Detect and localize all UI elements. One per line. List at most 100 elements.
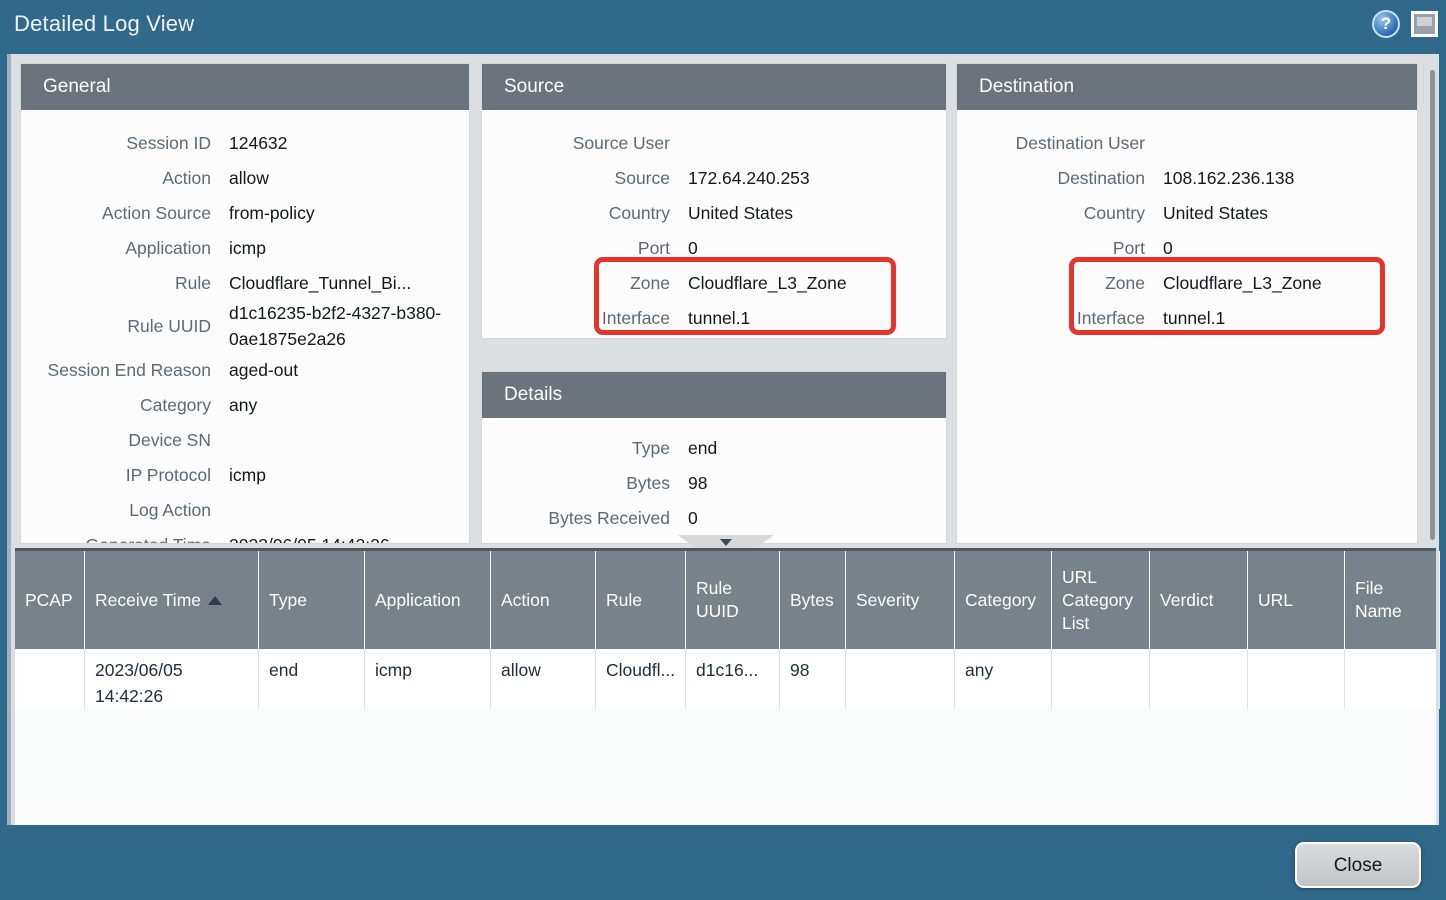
column-header-receive-time[interactable]: Receive Time: [85, 551, 259, 649]
source-panel: Source Source UserSource172.64.240.253Co…: [482, 64, 946, 338]
field-value: United States: [1163, 200, 1417, 226]
log-cell: [846, 649, 955, 709]
field-row: Destination108.162.236.138: [957, 160, 1417, 195]
column-header-action[interactable]: Action: [491, 551, 596, 649]
column-header-label: Category: [965, 589, 1036, 612]
source-panel-title: Source: [482, 64, 946, 110]
column-header-severity[interactable]: Severity: [846, 551, 955, 649]
field-row: CountryUnited States: [957, 195, 1417, 230]
column-header-label: Rule UUID: [696, 577, 769, 623]
log-cell: Cloudfl...: [596, 649, 686, 709]
field-row: Destination User: [957, 125, 1417, 160]
field-label: Zone: [957, 272, 1163, 294]
column-header-label: Bytes: [790, 589, 834, 612]
column-header-label: Application: [375, 589, 461, 612]
column-header-label: Receive Time: [95, 589, 201, 612]
help-icon[interactable]: ?: [1372, 10, 1400, 38]
field-label: Category: [21, 394, 229, 416]
column-header-file-name[interactable]: File Name: [1345, 551, 1440, 649]
field-row: Categoryany: [21, 387, 469, 422]
field-row: Source172.64.240.253: [482, 160, 946, 195]
field-row: Log Action: [21, 492, 469, 527]
column-header-label: Rule: [606, 589, 642, 612]
log-cell: [1150, 649, 1248, 709]
field-label: Zone: [482, 272, 688, 294]
vertical-scrollbar-thumb[interactable]: [1430, 70, 1435, 540]
field-label: Action Source: [21, 202, 229, 224]
sort-ascending-icon: [208, 596, 222, 605]
field-row: Rule UUIDd1c16235-b2f2-4327-b380-0ae1875…: [21, 300, 469, 352]
field-label: Port: [957, 237, 1163, 259]
field-row: Source User: [482, 125, 946, 160]
log-table-body: 2023/06/05 14:42:26endicmpallowCloudfl..…: [15, 649, 1436, 709]
column-header-verdict[interactable]: Verdict: [1150, 551, 1248, 649]
field-value: icmp: [229, 235, 469, 261]
dialog-title: Detailed Log View: [14, 0, 194, 47]
field-value: any: [229, 392, 469, 418]
field-value: tunnel.1: [1163, 305, 1417, 331]
field-label: Port: [482, 237, 688, 259]
field-row: IP Protocolicmp: [21, 457, 469, 492]
column-header-bytes[interactable]: Bytes: [780, 551, 846, 649]
panel-table-splitter-handle[interactable]: [678, 535, 774, 549]
field-label: Interface: [957, 307, 1163, 329]
field-row: Applicationicmp: [21, 230, 469, 265]
field-label: Interface: [482, 307, 688, 329]
field-row: Session End Reasonaged-out: [21, 352, 469, 387]
field-row: Port0: [482, 230, 946, 265]
field-label: IP Protocol: [21, 464, 229, 486]
log-cell: [1345, 649, 1440, 709]
log-cell: 2023/06/05 14:42:26: [85, 649, 259, 709]
column-header-rule-uuid[interactable]: Rule UUID: [686, 551, 780, 649]
destination-panel-title: Destination: [957, 64, 1417, 110]
log-table-header: PCAP Receive Time Type Application Action Rul…: [15, 551, 1436, 649]
log-cell: 98: [780, 649, 846, 709]
details-panel-title: Details: [482, 372, 946, 418]
field-row: Bytes98: [482, 465, 946, 500]
column-header-category[interactable]: Category: [955, 551, 1052, 649]
field-row: Interfacetunnel.1: [482, 300, 946, 335]
field-value: end: [688, 435, 946, 461]
log-table-row[interactable]: 2023/06/05 14:42:26endicmpallowCloudfl..…: [15, 649, 1436, 709]
close-button[interactable]: Close: [1295, 842, 1421, 888]
destination-panel: Destination Destination User Destination1…: [957, 64, 1417, 543]
details-panel: Details TypeendBytes98Bytes Received0: [482, 372, 946, 543]
column-header-pcap[interactable]: PCAP: [15, 551, 85, 649]
column-header-label: File Name: [1355, 577, 1429, 623]
field-value: 0: [688, 505, 946, 531]
field-value: 0: [688, 235, 946, 261]
log-cell: [1248, 649, 1345, 709]
column-header-application[interactable]: Application: [365, 551, 491, 649]
window-restore-icon[interactable]: [1411, 11, 1438, 37]
general-panel-title: General: [21, 64, 469, 110]
field-row: Device SN: [21, 422, 469, 457]
field-label: Rule: [21, 272, 229, 294]
column-header-label: Type: [269, 589, 307, 612]
field-value: aged-out: [229, 357, 469, 383]
detailed-log-view-dialog: General Session ID124632ActionallowActio…: [7, 54, 1439, 825]
column-header-label: URL Category List: [1062, 566, 1139, 635]
column-header-url[interactable]: URL: [1248, 551, 1345, 649]
field-value: allow: [229, 165, 469, 191]
field-label: Generated Time: [21, 534, 229, 544]
column-header-rule[interactable]: Rule: [596, 551, 686, 649]
column-header-url-category-list[interactable]: URL Category List: [1052, 551, 1150, 649]
details-panel-body: TypeendBytes98Bytes Received0: [482, 418, 946, 543]
field-label: Destination User: [957, 132, 1163, 154]
field-value: 172.64.240.253: [688, 165, 946, 191]
field-value: Cloudflare_L3_Zone: [1163, 270, 1417, 296]
field-row: Generated Time2023/06/05 14:42:26: [21, 527, 469, 543]
field-label: Session ID: [21, 132, 229, 154]
field-row: Typeend: [482, 430, 946, 465]
column-header-type[interactable]: Type: [259, 551, 365, 649]
log-cell: [1052, 649, 1150, 709]
field-value: 124632: [229, 130, 469, 156]
field-row: Session ID124632: [21, 125, 469, 160]
field-value: Cloudflare_Tunnel_Bi...: [229, 270, 469, 296]
column-header-label: Action: [501, 589, 550, 612]
field-row: Port0: [957, 230, 1417, 265]
field-label: Action: [21, 167, 229, 189]
field-label: Country: [957, 202, 1163, 224]
general-panel: General Session ID124632ActionallowActio…: [21, 64, 469, 543]
field-row: Action Sourcefrom-policy: [21, 195, 469, 230]
